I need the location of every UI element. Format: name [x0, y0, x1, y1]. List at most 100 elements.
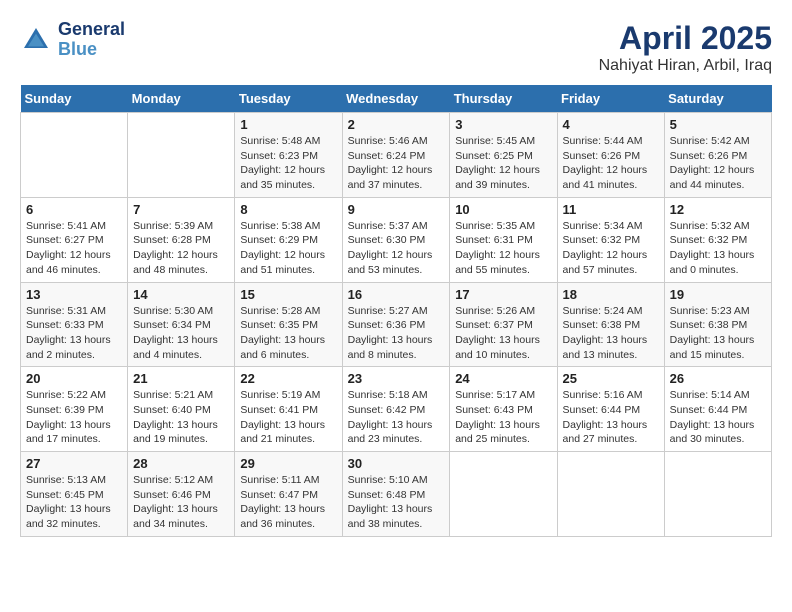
day-number: 20 [26, 371, 122, 386]
day-info: Sunrise: 5:35 AM Sunset: 6:31 PM Dayligh… [455, 219, 551, 278]
day-info: Sunrise: 5:37 AM Sunset: 6:30 PM Dayligh… [348, 219, 445, 278]
calendar-cell: 28 Sunrise: 5:12 AM Sunset: 6:46 PM Dayli… [128, 452, 235, 537]
day-number: 5 [670, 117, 766, 132]
day-number: 8 [240, 202, 336, 217]
calendar-cell: 13 Sunrise: 5:31 AM Sunset: 6:33 PM Dayli… [21, 282, 128, 367]
day-number: 17 [455, 287, 551, 302]
day-number: 2 [348, 117, 445, 132]
calendar-cell: 11 Sunrise: 5:34 AM Sunset: 6:32 PM Dayli… [557, 197, 664, 282]
day-info: Sunrise: 5:17 AM Sunset: 6:43 PM Dayligh… [455, 388, 551, 447]
logo-icon [20, 24, 52, 56]
day-info: Sunrise: 5:27 AM Sunset: 6:36 PM Dayligh… [348, 304, 445, 363]
day-number: 18 [563, 287, 659, 302]
weekday-header-tuesday: Tuesday [235, 85, 342, 113]
calendar-cell: 26Sunrise: 5:14 AM Sunset: 6:44 PM Dayli… [664, 367, 771, 452]
calendar-cell: 15 Sunrise: 5:28 AM Sunset: 6:35 PM Dayli… [235, 282, 342, 367]
calendar-cell: 25 Sunrise: 5:16 AM Sunset: 6:44 PM Dayli… [557, 367, 664, 452]
day-number: 7 [133, 202, 229, 217]
day-number: 6 [26, 202, 122, 217]
day-info: Sunrise: 5:46 AM Sunset: 6:24 PM Dayligh… [348, 134, 445, 193]
calendar-week-3: 13 Sunrise: 5:31 AM Sunset: 6:33 PM Dayli… [21, 282, 772, 367]
day-number: 1 [240, 117, 336, 132]
day-number: 28 [133, 456, 229, 471]
calendar-table: SundayMondayTuesdayWednesdayThursdayFrid… [20, 85, 772, 537]
day-number: 25 [563, 371, 659, 386]
calendar-cell: 29 Sunrise: 5:11 AM Sunset: 6:47 PM Dayli… [235, 452, 342, 537]
calendar-cell: 2 Sunrise: 5:46 AM Sunset: 6:24 PM Daylig… [342, 113, 450, 198]
calendar-subtitle: Nahiyat Hiran, Arbil, Iraq [599, 57, 772, 75]
logo: General Blue [20, 20, 125, 60]
calendar-cell: 8Sunrise: 5:38 AM Sunset: 6:29 PM Daylig… [235, 197, 342, 282]
day-info: Sunrise: 5:10 AM Sunset: 6:48 PM Dayligh… [348, 473, 445, 532]
calendar-cell: 5 Sunrise: 5:42 AM Sunset: 6:26 PM Daylig… [664, 113, 771, 198]
day-info: Sunrise: 5:12 AM Sunset: 6:46 PM Dayligh… [133, 473, 229, 532]
day-number: 21 [133, 371, 229, 386]
day-info: Sunrise: 5:39 AM Sunset: 6:28 PM Dayligh… [133, 219, 229, 278]
calendar-cell: 21 Sunrise: 5:21 AM Sunset: 6:40 PM Dayli… [128, 367, 235, 452]
day-info: Sunrise: 5:45 AM Sunset: 6:25 PM Dayligh… [455, 134, 551, 193]
day-info: Sunrise: 5:26 AM Sunset: 6:37 PM Dayligh… [455, 304, 551, 363]
title-block: April 2025 Nahiyat Hiran, Arbil, Iraq [599, 20, 772, 75]
calendar-cell: 1 Sunrise: 5:48 AM Sunset: 6:23 PM Daylig… [235, 113, 342, 198]
day-info: Sunrise: 5:16 AM Sunset: 6:44 PM Dayligh… [563, 388, 659, 447]
calendar-cell: 14 Sunrise: 5:30 AM Sunset: 6:34 PM Dayli… [128, 282, 235, 367]
weekday-header-monday: Monday [128, 85, 235, 113]
day-info: Sunrise: 5:31 AM Sunset: 6:33 PM Dayligh… [26, 304, 122, 363]
day-info: Sunrise: 5:42 AM Sunset: 6:26 PM Dayligh… [670, 134, 766, 193]
day-info: Sunrise: 5:22 AM Sunset: 6:39 PM Dayligh… [26, 388, 122, 447]
day-info: Sunrise: 5:24 AM Sunset: 6:38 PM Dayligh… [563, 304, 659, 363]
day-number: 22 [240, 371, 336, 386]
day-number: 16 [348, 287, 445, 302]
calendar-cell: 6Sunrise: 5:41 AM Sunset: 6:27 PM Daylig… [21, 197, 128, 282]
day-info: Sunrise: 5:13 AM Sunset: 6:45 PM Dayligh… [26, 473, 122, 532]
day-number: 19 [670, 287, 766, 302]
day-number: 10 [455, 202, 551, 217]
weekday-header-saturday: Saturday [664, 85, 771, 113]
day-info: Sunrise: 5:30 AM Sunset: 6:34 PM Dayligh… [133, 304, 229, 363]
weekday-header-row: SundayMondayTuesdayWednesdayThursdayFrid… [21, 85, 772, 113]
calendar-cell [450, 452, 557, 537]
day-number: 14 [133, 287, 229, 302]
weekday-header-thursday: Thursday [450, 85, 557, 113]
weekday-header-friday: Friday [557, 85, 664, 113]
day-number: 3 [455, 117, 551, 132]
calendar-cell: 27Sunrise: 5:13 AM Sunset: 6:45 PM Dayli… [21, 452, 128, 537]
day-number: 26 [670, 371, 766, 386]
calendar-cell: 9 Sunrise: 5:37 AM Sunset: 6:30 PM Daylig… [342, 197, 450, 282]
day-info: Sunrise: 5:21 AM Sunset: 6:40 PM Dayligh… [133, 388, 229, 447]
calendar-cell: 16 Sunrise: 5:27 AM Sunset: 6:36 PM Dayli… [342, 282, 450, 367]
calendar-cell: 30 Sunrise: 5:10 AM Sunset: 6:48 PM Dayli… [342, 452, 450, 537]
calendar-cell: 24Sunrise: 5:17 AM Sunset: 6:43 PM Dayli… [450, 367, 557, 452]
calendar-cell [664, 452, 771, 537]
day-number: 30 [348, 456, 445, 471]
day-info: Sunrise: 5:32 AM Sunset: 6:32 PM Dayligh… [670, 219, 766, 278]
calendar-cell: 18 Sunrise: 5:24 AM Sunset: 6:38 PM Dayli… [557, 282, 664, 367]
calendar-cell: 19Sunrise: 5:23 AM Sunset: 6:38 PM Dayli… [664, 282, 771, 367]
day-info: Sunrise: 5:19 AM Sunset: 6:41 PM Dayligh… [240, 388, 336, 447]
weekday-header-sunday: Sunday [21, 85, 128, 113]
calendar-week-5: 27Sunrise: 5:13 AM Sunset: 6:45 PM Dayli… [21, 452, 772, 537]
day-number: 12 [670, 202, 766, 217]
calendar-cell: 12 Sunrise: 5:32 AM Sunset: 6:32 PM Dayli… [664, 197, 771, 282]
weekday-header-wednesday: Wednesday [342, 85, 450, 113]
day-info: Sunrise: 5:28 AM Sunset: 6:35 PM Dayligh… [240, 304, 336, 363]
day-info: Sunrise: 5:34 AM Sunset: 6:32 PM Dayligh… [563, 219, 659, 278]
day-number: 11 [563, 202, 659, 217]
day-info: Sunrise: 5:11 AM Sunset: 6:47 PM Dayligh… [240, 473, 336, 532]
logo-text: General Blue [58, 20, 125, 60]
calendar-week-1: 1 Sunrise: 5:48 AM Sunset: 6:23 PM Daylig… [21, 113, 772, 198]
day-info: Sunrise: 5:48 AM Sunset: 6:23 PM Dayligh… [240, 134, 336, 193]
calendar-cell: 10 Sunrise: 5:35 AM Sunset: 6:31 PM Dayli… [450, 197, 557, 282]
day-number: 15 [240, 287, 336, 302]
day-info: Sunrise: 5:44 AM Sunset: 6:26 PM Dayligh… [563, 134, 659, 193]
calendar-cell [557, 452, 664, 537]
day-number: 23 [348, 371, 445, 386]
calendar-cell: 3 Sunrise: 5:45 AM Sunset: 6:25 PM Daylig… [450, 113, 557, 198]
day-number: 9 [348, 202, 445, 217]
calendar-cell: 7 Sunrise: 5:39 AM Sunset: 6:28 PM Daylig… [128, 197, 235, 282]
calendar-cell: 23Sunrise: 5:18 AM Sunset: 6:42 PM Dayli… [342, 367, 450, 452]
calendar-cell [21, 113, 128, 198]
day-number: 13 [26, 287, 122, 302]
calendar-cell: 17 Sunrise: 5:26 AM Sunset: 6:37 PM Dayli… [450, 282, 557, 367]
day-number: 29 [240, 456, 336, 471]
